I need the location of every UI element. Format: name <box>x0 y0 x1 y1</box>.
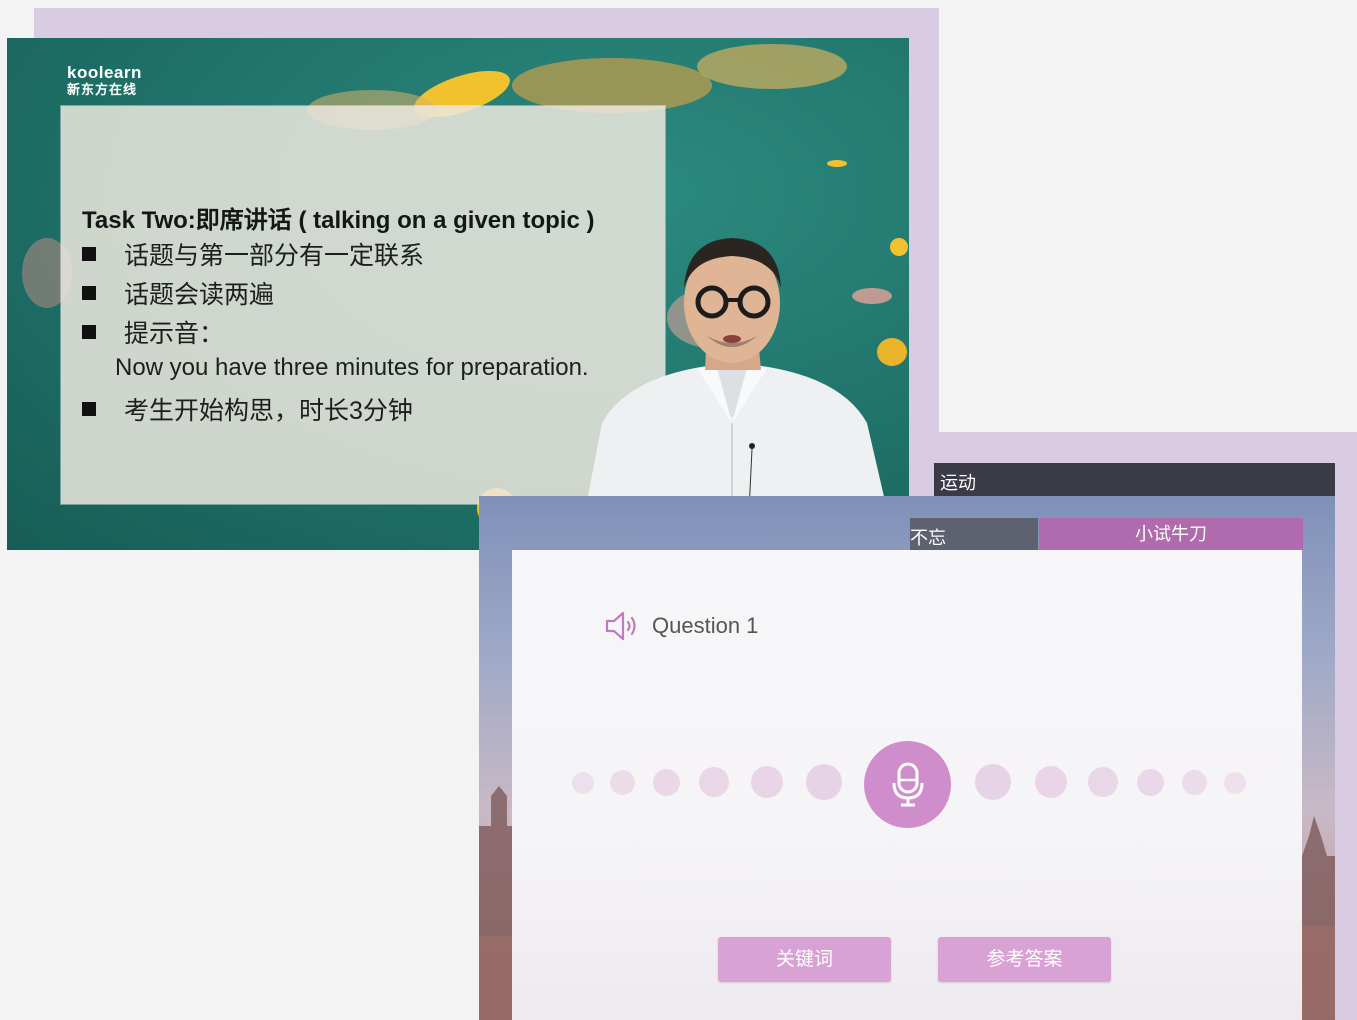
waveform-dot <box>699 767 729 797</box>
bullet-text: 提示音： <box>124 320 225 348</box>
bullet-square-icon <box>82 402 96 416</box>
waveform-dot <box>572 772 594 794</box>
speaker-icon[interactable] <box>604 610 640 642</box>
slide-bullet: 话题会读两遍 <box>82 275 274 311</box>
bullet-square-icon <box>82 325 96 339</box>
waveform-dot <box>1137 769 1164 796</box>
waveform-dot <box>1088 767 1118 797</box>
question-header: Question 1 <box>604 610 758 642</box>
record-button[interactable] <box>864 741 951 828</box>
tab-review[interactable]: 不忘 <box>910 518 1038 550</box>
waveform-dot <box>1035 766 1067 798</box>
reference-answer-button[interactable]: 参考答案 <box>938 937 1111 982</box>
paint-splash <box>827 160 847 167</box>
paint-splash <box>697 44 847 89</box>
app-topbar: 运动 <box>934 463 1335 496</box>
bullet-text: 考生开始构思，时长3分钟 <box>124 397 413 425</box>
slide-bullet: 考生开始构思，时长3分钟 <box>82 391 413 427</box>
slide-bullet: 话题与第一部分有一定联系 <box>82 236 424 272</box>
lecture-video[interactable]: koolearn 新东方在线 Task Two:即席讲话 ( talking o… <box>7 38 909 550</box>
waveform-dot <box>806 764 842 800</box>
bullet-square-icon <box>82 247 96 261</box>
question-label: Question 1 <box>652 613 759 638</box>
tab-practice[interactable]: 小试牛刀 <box>1039 518 1303 550</box>
slide-title: Task Two:即席讲话 ( talking on a given topic… <box>82 207 595 234</box>
tab-review-label: 不忘 <box>910 528 946 548</box>
slide-bullet: 提示音： <box>82 314 224 350</box>
bullet-square-icon <box>82 286 96 300</box>
prompt-line: Now you have three minutes for preparati… <box>115 354 589 381</box>
paint-splash <box>512 58 712 113</box>
bullet-text: 话题会读两遍 <box>124 281 275 309</box>
logo-brand-cn: 新东方在线 <box>67 82 138 97</box>
microphone-icon <box>892 762 923 806</box>
waveform-dot <box>751 766 783 798</box>
waveform-dot <box>975 764 1011 800</box>
waveform-dot <box>1224 772 1246 794</box>
topbar-title: 运动 <box>940 473 976 493</box>
waveform-dot <box>1182 770 1207 795</box>
keywords-button[interactable]: 关键词 <box>718 937 891 982</box>
logo-brand: koolearn <box>67 63 142 82</box>
bullet-text: 话题与第一部分有一定联系 <box>124 242 425 270</box>
koolearn-logo: koolearn 新东方在线 <box>67 64 142 98</box>
waveform-dot <box>653 769 680 796</box>
waveform-dot <box>610 770 635 795</box>
